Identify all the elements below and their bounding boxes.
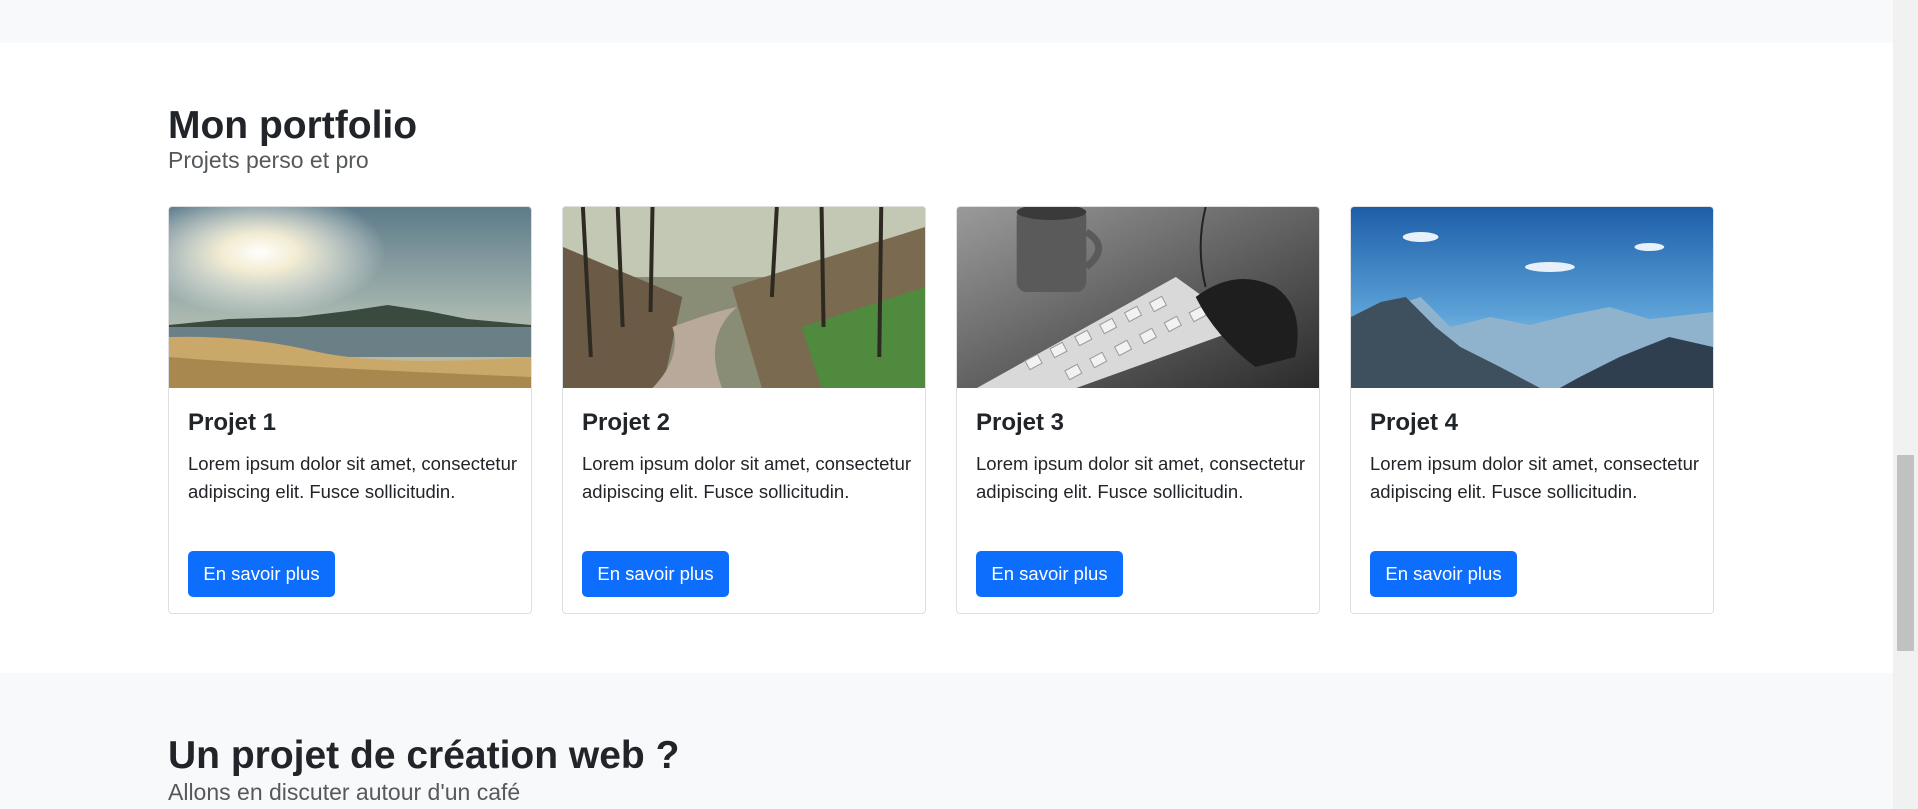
- card-title: Projet 3: [976, 409, 1065, 436]
- page-scrollbar[interactable]: [1893, 0, 1918, 809]
- card-text: Lorem ipsum dolor sit amet, consectetur …: [582, 453, 912, 502]
- mountains-sky-photo: [1351, 207, 1713, 388]
- beach-sunset-photo: [169, 207, 531, 388]
- card-button-4[interactable]: En savoir plus: [1370, 551, 1517, 597]
- portfolio-title: Mon portfolio: [168, 104, 418, 147]
- keyboard-coffee-photo: [957, 207, 1319, 388]
- card-button-3[interactable]: En savoir plus: [976, 551, 1123, 597]
- card-title: Projet 1: [188, 409, 277, 436]
- portfolio-subtitle: Projets perso et pro: [168, 147, 369, 173]
- contact-section: Un projet de création web ? Allons en di…: [0, 673, 1893, 809]
- previous-section: [0, 0, 1893, 43]
- page: Mon portfolio Projets perso et pro Proje…: [0, 0, 1893, 809]
- card-text: Lorem ipsum dolor sit amet, consectetur …: [188, 453, 518, 502]
- scrollbar-thumb[interactable]: [1897, 455, 1914, 651]
- card-text: Lorem ipsum dolor sit amet, consectetur …: [1370, 453, 1700, 502]
- card-button-1[interactable]: En savoir plus: [188, 551, 335, 597]
- contact-title: Un projet de création web ?: [168, 734, 680, 777]
- portfolio-section: Mon portfolio Projets perso et pro Proje…: [0, 43, 1893, 673]
- card-title: Projet 2: [582, 409, 671, 436]
- project-cards: Projet 1 Lorem ipsum dolor sit amet, con…: [168, 206, 1724, 616]
- project-card-1: Projet 1 Lorem ipsum dolor sit amet, con…: [168, 206, 532, 614]
- project-card-2: Projet 2 Lorem ipsum dolor sit amet, con…: [562, 206, 926, 614]
- card-button-2[interactable]: En savoir plus: [582, 551, 729, 597]
- card-text: Lorem ipsum dolor sit amet, consectetur …: [976, 453, 1306, 502]
- forest-path-photo: [563, 207, 925, 388]
- card-title: Projet 4: [1370, 409, 1459, 436]
- project-card-4: Projet 4 Lorem ipsum dolor sit amet, con…: [1350, 206, 1714, 614]
- contact-subtitle: Allons en discuter autour d'un café: [168, 779, 521, 805]
- project-card-3: Projet 3 Lorem ipsum dolor sit amet, con…: [956, 206, 1320, 614]
